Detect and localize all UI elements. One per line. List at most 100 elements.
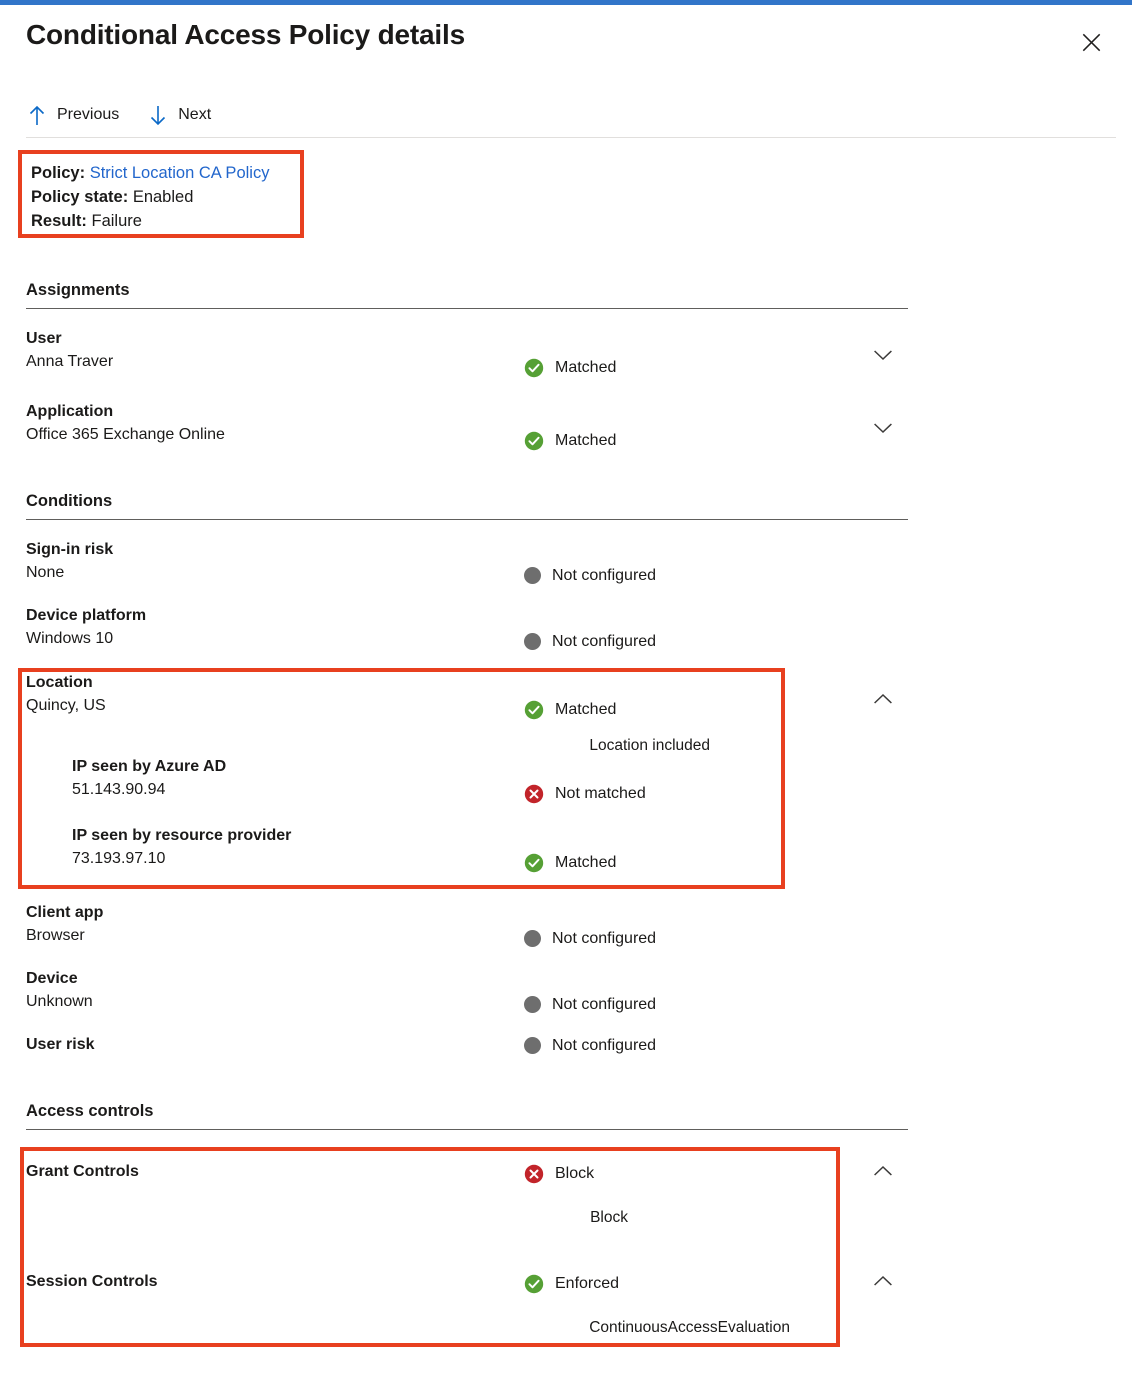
row-device: Device Unknown Not configured: [0, 970, 1132, 1016]
row-session-controls-label: Session Controls: [26, 1273, 158, 1291]
panel-header: Conditional Access Policy details: [0, 5, 1132, 83]
policy-link[interactable]: Strict Location CA Policy: [90, 164, 270, 182]
row-location-value: Quincy, US: [26, 697, 106, 715]
next-button[interactable]: Next: [147, 100, 213, 130]
row-client-app-status-text: Not configured: [552, 931, 656, 947]
gray-dot-icon: [524, 567, 541, 584]
check-circle-icon: [524, 1274, 544, 1294]
result-value: Failure: [92, 212, 142, 230]
session-controls-detail: ContinuousAccessEvaluation: [400, 1319, 790, 1337]
check-circle-icon: [524, 431, 544, 451]
row-session-controls-status: Enforced: [524, 1274, 619, 1294]
section-header-conditions: Conditions: [26, 492, 908, 520]
row-user-value: Anna Traver: [26, 353, 113, 371]
command-bar: Previous Next: [26, 92, 1116, 138]
row-ip-resource-provider: IP seen by resource provider 73.193.97.1…: [0, 827, 1132, 873]
error-circle-icon: [524, 1164, 544, 1184]
policy-state-label: Policy state:: [31, 188, 128, 206]
policy-summary-highlight: Policy: Strict Location CA Policy Policy…: [18, 150, 304, 238]
row-ip-resource-provider-status-text: Matched: [555, 855, 616, 871]
gray-dot-icon: [524, 633, 541, 650]
error-circle-icon: [524, 784, 544, 804]
previous-button[interactable]: Previous: [26, 100, 121, 130]
policy-state-value: Enabled: [133, 188, 194, 206]
row-device-platform-status-text: Not configured: [552, 634, 656, 650]
row-session-controls: Session Controls Enforced: [0, 1273, 1132, 1319]
gray-dot-icon: [524, 930, 541, 947]
row-client-app-status: Not configured: [524, 930, 656, 947]
chevron-up-icon: [873, 692, 893, 710]
row-user-risk: User risk Not configured: [0, 1036, 1132, 1082]
row-device-platform: Device platform Windows 10 Not configure…: [0, 607, 1132, 653]
arrow-up-icon: [28, 104, 46, 126]
row-application-value: Office 365 Exchange Online: [26, 426, 225, 444]
row-grant-controls-collapser[interactable]: [870, 1160, 896, 1186]
row-location: Location Quincy, US Matched: [0, 674, 1132, 720]
close-button[interactable]: [1074, 25, 1108, 59]
row-location-collapser[interactable]: [870, 688, 896, 714]
arrow-down-icon: [149, 104, 167, 126]
row-client-app-value: Browser: [26, 927, 85, 945]
row-device-platform-value: Windows 10: [26, 630, 113, 648]
row-ip-azure-ad: IP seen by Azure AD 51.143.90.94 Not mat…: [0, 758, 1132, 804]
next-label: Next: [178, 107, 211, 123]
row-location-label: Location: [26, 674, 93, 692]
check-circle-icon: [524, 700, 544, 720]
command-bar-divider: [26, 137, 1116, 138]
policy-label: Policy:: [31, 164, 85, 182]
row-application: Application Office 365 Exchange Online M…: [0, 403, 1132, 449]
row-user: User Anna Traver Matched: [0, 330, 1132, 376]
row-application-status: Matched: [524, 431, 616, 451]
row-user-status-text: Matched: [555, 360, 616, 376]
row-ip-azure-ad-label: IP seen by Azure AD: [72, 758, 226, 776]
page-title: Conditional Access Policy details: [26, 19, 465, 51]
row-client-app: Client app Browser Not configured: [0, 904, 1132, 950]
row-grant-controls-status-text: Block: [555, 1166, 594, 1182]
policy-row: Policy: Strict Location CA Policy: [31, 161, 269, 185]
result-label: Result:: [31, 212, 87, 230]
grant-controls-detail: Block: [410, 1209, 628, 1227]
section-header-access-controls: Access controls: [26, 1102, 908, 1130]
policy-summary: Policy: Strict Location CA Policy Policy…: [31, 161, 269, 233]
row-ip-resource-provider-status: Matched: [524, 853, 616, 873]
gray-dot-icon: [524, 1037, 541, 1054]
previous-label: Previous: [57, 107, 119, 123]
row-ip-resource-provider-value: 73.193.97.10: [72, 850, 165, 868]
row-device-value: Unknown: [26, 993, 93, 1011]
section-header-assignments: Assignments: [26, 281, 908, 309]
row-grant-controls-status: Block: [524, 1164, 594, 1184]
gray-dot-icon: [524, 996, 541, 1013]
policy-state-row: Policy state: Enabled: [31, 185, 269, 209]
chevron-up-icon: [873, 1274, 893, 1292]
row-user-expander[interactable]: [870, 344, 896, 370]
row-device-status: Not configured: [524, 996, 656, 1013]
row-session-controls-status-text: Enforced: [555, 1276, 619, 1292]
row-device-status-text: Not configured: [552, 997, 656, 1013]
row-ip-azure-ad-status-text: Not matched: [555, 786, 646, 802]
row-ip-resource-provider-label: IP seen by resource provider: [72, 827, 291, 845]
row-user-risk-label: User risk: [26, 1036, 95, 1054]
result-row: Result: Failure: [31, 209, 269, 233]
check-circle-icon: [524, 358, 544, 378]
row-grant-controls-label: Grant Controls: [26, 1163, 139, 1181]
row-user-risk-status-text: Not configured: [552, 1038, 656, 1054]
row-session-controls-collapser[interactable]: [870, 1270, 896, 1296]
row-signin-risk-value: None: [26, 564, 64, 582]
row-signin-risk: Sign-in risk None Not configured: [0, 541, 1132, 587]
chevron-down-icon: [873, 421, 893, 439]
row-application-label: Application: [26, 403, 113, 421]
row-client-app-label: Client app: [26, 904, 103, 922]
row-user-label: User: [26, 330, 62, 348]
row-signin-risk-label: Sign-in risk: [26, 541, 113, 559]
close-icon: [1082, 33, 1101, 52]
check-circle-icon: [524, 853, 544, 873]
row-ip-azure-ad-status: Not matched: [524, 784, 646, 804]
row-ip-azure-ad-value: 51.143.90.94: [72, 781, 165, 799]
row-signin-risk-status: Not configured: [524, 567, 656, 584]
row-location-status: Matched: [524, 700, 616, 720]
chevron-down-icon: [873, 348, 893, 366]
row-device-label: Device: [26, 970, 78, 988]
chevron-up-icon: [873, 1164, 893, 1182]
row-location-status-text: Matched: [555, 702, 616, 718]
row-application-expander[interactable]: [870, 417, 896, 443]
